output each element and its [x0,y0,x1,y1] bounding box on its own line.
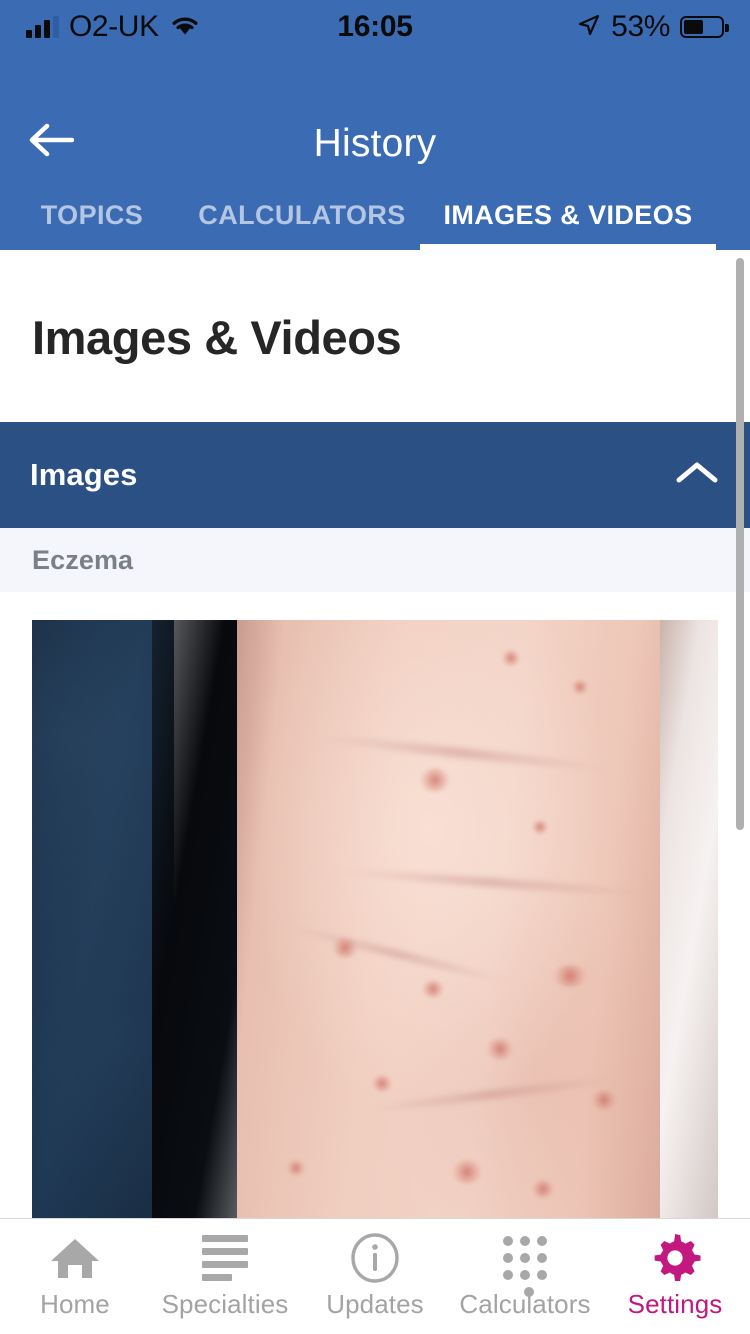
list-lines-icon [202,1233,248,1283]
photo-lesion [532,1180,554,1198]
photo-lesion [502,650,520,666]
images-section-label: Images [30,457,138,492]
nav-header: History [0,54,750,180]
app-screen: O2-UK 16:05 53% History TOPICS CALCULATO… [0,0,750,1334]
nav-item-calculators[interactable]: Calculators [450,1219,600,1334]
nav-item-specialties[interactable]: Specialties [150,1219,300,1334]
tab-bar: TOPICS CALCULATORS IMAGES & VIDEOS [0,180,750,250]
status-bar-center: 16:05 [337,10,413,44]
photo-lesion [592,1090,616,1110]
photo-white-fabric [660,620,718,1218]
photo-skin-highlight [237,620,662,1218]
nav-item-specialties-label: Specialties [161,1289,289,1319]
nav-item-settings-label: Settings [627,1289,723,1319]
location-arrow-icon [577,13,601,42]
clock-label: 16:05 [337,10,413,43]
nav-item-home[interactable]: Home [0,1219,150,1334]
photo-lesion [422,980,444,998]
status-bar: O2-UK 16:05 53% [0,0,750,54]
home-icon [49,1233,101,1283]
vertical-scrollbar[interactable] [736,258,744,830]
bottom-navigation: Home Specialties Updates Calculators Set… [0,1218,750,1334]
photo-lesion [452,1160,482,1184]
eczema-photo[interactable] [32,620,718,1218]
nav-item-settings[interactable]: Settings [600,1219,750,1334]
tab-calculators-label: CALCULATORS [198,199,406,230]
tab-calculators[interactable]: CALCULATORS [184,180,420,250]
photo-lesion [532,820,548,834]
image-caption-label: Eczema [32,544,134,575]
photo-lesion [572,680,588,694]
photo-lesion [487,1038,513,1060]
photo-lesion [372,1075,392,1092]
nav-item-updates[interactable]: Updates [300,1219,450,1334]
nav-item-updates-label: Updates [326,1289,424,1319]
content-area: Images & Videos Images Eczema [0,250,750,1218]
page-title: History [313,122,437,165]
wifi-icon [169,13,201,42]
status-bar-left: O2-UK [26,10,337,44]
battery-percent-label: 53% [611,10,671,43]
status-bar-right: 53% [413,10,730,44]
tab-topics[interactable]: TOPICS [0,180,184,250]
gear-icon [649,1233,701,1283]
photo-lesion [287,1160,305,1176]
content-heading: Images & Videos [32,311,402,364]
info-circle-icon [349,1233,401,1283]
nav-item-home-label: Home [40,1289,110,1319]
tab-topics-label: TOPICS [40,199,144,230]
tab-images-and-videos[interactable]: IMAGES & VIDEOS [420,180,716,250]
battery-icon [680,16,730,38]
photo-canvas [32,620,718,1218]
chevron-up-icon[interactable] [674,458,720,493]
keypad-dots-icon [503,1233,547,1297]
images-section-header[interactable]: Images [0,422,750,528]
photo-lesion [552,965,588,987]
image-caption-bar: Eczema [0,528,750,592]
photo-lesion [332,938,358,958]
carrier-label: O2-UK [69,10,159,43]
signal-bars-icon [26,16,59,38]
photo-lesion [420,768,450,792]
tab-images-and-videos-label: IMAGES & VIDEOS [443,199,693,230]
